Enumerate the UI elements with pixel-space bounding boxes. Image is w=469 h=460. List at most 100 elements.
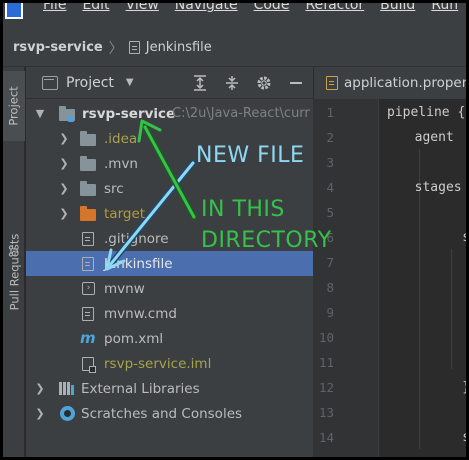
line-number: 3 bbox=[326, 155, 334, 170]
tree-item-label: Scratches and Consoles bbox=[81, 405, 243, 422]
breadcrumb: rsvp-service 〉 Jenkinsfile bbox=[3, 29, 466, 67]
tree-item-jenkinsfile[interactable]: Jenkinsfile bbox=[26, 251, 313, 276]
pull-request-icon bbox=[8, 245, 18, 257]
tab-application-properties[interactable]: application.proper bbox=[344, 75, 466, 91]
tree-item-label: target bbox=[104, 205, 146, 222]
line-number: 7 bbox=[326, 255, 334, 270]
tree-item-label: Jenkinsfile bbox=[104, 255, 173, 272]
tree-item-mvnw-cmd[interactable]: mvnw.cmd bbox=[26, 301, 313, 326]
collapse-all-icon[interactable] bbox=[223, 74, 241, 92]
tree-item-label: External Libraries bbox=[81, 380, 200, 397]
line-number: 2 bbox=[326, 130, 334, 145]
properties-file-icon bbox=[326, 76, 338, 90]
left-tool-strip: Project Pull Requests bbox=[3, 67, 25, 457]
ide-window: File Edit View Navigate Code Refactor Bu… bbox=[0, 0, 469, 460]
tree-item-label: pom.xml bbox=[104, 330, 164, 347]
menu-view[interactable]: View bbox=[126, 3, 159, 13]
tree-item-label: rsvp-service.iml bbox=[104, 355, 212, 372]
menu-build[interactable]: Build bbox=[380, 3, 415, 13]
breadcrumb-project[interactable]: rsvp-service bbox=[13, 40, 103, 55]
chevron-right-icon[interactable]: ❯ bbox=[58, 132, 70, 145]
indent-guide bbox=[451, 249, 452, 369]
line-number: 12 bbox=[318, 380, 334, 395]
folder-icon bbox=[80, 156, 96, 171]
tree-root-rsvp-service[interactable]: ▼ rsvp-service C:\2u\Java-React\curr bbox=[26, 101, 313, 126]
code-editor[interactable]: pipeline { agent stages st } st bbox=[379, 99, 469, 457]
tree-item-label: mvnw.cmd bbox=[104, 305, 177, 322]
scratches-icon bbox=[60, 406, 75, 421]
file-icon bbox=[128, 41, 140, 54]
tree-item-iml[interactable]: rsvp-service.iml bbox=[26, 351, 313, 376]
annotation-new-file: NEW FILE bbox=[196, 143, 305, 168]
tree-scratches[interactable]: ❯ Scratches and Consoles bbox=[26, 401, 313, 426]
tool-tab-project-label: Project bbox=[7, 86, 22, 126]
tool-tab-project[interactable]: Project bbox=[3, 71, 25, 141]
menu-edit[interactable]: Edit bbox=[82, 3, 109, 13]
menu-code[interactable]: Code bbox=[254, 3, 290, 13]
intellij-logo-icon bbox=[5, 3, 23, 19]
tree-external-libraries[interactable]: ❯ External Libraries bbox=[26, 376, 313, 401]
tool-tab-pull-requests[interactable]: Pull Requests bbox=[3, 217, 25, 327]
chevron-right-icon[interactable]: ❯ bbox=[58, 207, 70, 220]
code-line: agent bbox=[399, 130, 454, 145]
line-number: 10 bbox=[318, 330, 334, 345]
line-number: 9 bbox=[326, 305, 334, 320]
code-line: st bbox=[431, 430, 466, 445]
menu-navigate[interactable]: Navigate bbox=[175, 3, 238, 13]
code-line: pipeline { bbox=[387, 105, 466, 120]
excluded-folder-icon bbox=[80, 206, 96, 221]
tree-item-label: .idea bbox=[104, 130, 138, 147]
chevron-right-icon[interactable]: ❯ bbox=[58, 182, 70, 195]
annotation-directory: DIRECTORY bbox=[201, 228, 332, 253]
chevron-right-icon[interactable]: ❯ bbox=[58, 157, 70, 170]
project-panel-header: Project ▼ bbox=[26, 67, 313, 99]
breadcrumb-file[interactable]: Jenkinsfile bbox=[128, 40, 212, 55]
line-number: 13 bbox=[318, 405, 334, 420]
chevron-down-icon[interactable]: ▼ bbox=[34, 107, 46, 120]
terminal-script-icon: › bbox=[82, 282, 95, 295]
menu-file[interactable]: File bbox=[43, 3, 66, 13]
project-folder-icon bbox=[59, 106, 75, 122]
menu-items: File Edit View Navigate Code Refactor Bu… bbox=[43, 3, 466, 13]
annotation-in-this: IN THIS bbox=[201, 197, 285, 222]
chevron-right-icon[interactable]: ❯ bbox=[34, 382, 46, 395]
tree-item-label: .gitignore bbox=[104, 230, 169, 247]
tree-root-path: C:\2u\Java-React\curr bbox=[172, 106, 310, 121]
breadcrumb-file-label: Jenkinsfile bbox=[145, 40, 212, 55]
project-window-icon bbox=[42, 75, 58, 90]
line-number: 5 bbox=[326, 205, 334, 220]
line-number: 4 bbox=[326, 180, 334, 195]
tree-item-pom[interactable]: m pom.xml bbox=[26, 326, 313, 351]
file-icon bbox=[82, 232, 94, 246]
libraries-icon bbox=[59, 382, 75, 395]
menu-run[interactable]: Run bbox=[431, 3, 458, 13]
tree-item-label: src bbox=[104, 180, 124, 197]
project-panel-title[interactable]: Project bbox=[66, 75, 114, 91]
file-icon bbox=[82, 307, 94, 321]
maven-icon: m bbox=[80, 329, 96, 347]
panel-toolbar bbox=[191, 67, 305, 99]
file-icon bbox=[82, 257, 94, 271]
chevron-right-icon[interactable]: ❯ bbox=[34, 407, 46, 420]
tree-item-mvnw[interactable]: › mvnw bbox=[26, 276, 313, 301]
code-line: } bbox=[431, 380, 469, 395]
line-number: 8 bbox=[326, 280, 334, 295]
code-line: st bbox=[431, 230, 466, 245]
line-number: 1 bbox=[326, 105, 334, 120]
code-line: stages bbox=[399, 180, 462, 195]
hide-panel-icon[interactable] bbox=[287, 74, 305, 92]
editor-tab-bar: application.proper bbox=[313, 67, 466, 99]
tree-item-label: mvnw bbox=[104, 280, 145, 297]
tree-root-label: rsvp-service bbox=[82, 105, 176, 122]
menu-refactor[interactable]: Refactor bbox=[305, 3, 364, 13]
editor-gutter: 1 2 3 4 5 6 7 8 9 10 11 12 13 14 bbox=[313, 99, 379, 457]
line-number: 11 bbox=[318, 355, 334, 370]
expand-all-icon[interactable] bbox=[191, 74, 209, 92]
chevron-down-icon[interactable]: ▼ bbox=[126, 77, 134, 88]
folder-icon bbox=[80, 181, 96, 196]
tree-item-label: .mvn bbox=[104, 155, 138, 172]
breadcrumb-separator: 〉 bbox=[108, 40, 123, 57]
folder-icon bbox=[80, 131, 96, 146]
menu-bar: File Edit View Navigate Code Refactor Bu… bbox=[3, 3, 466, 29]
gear-icon[interactable] bbox=[255, 74, 273, 92]
